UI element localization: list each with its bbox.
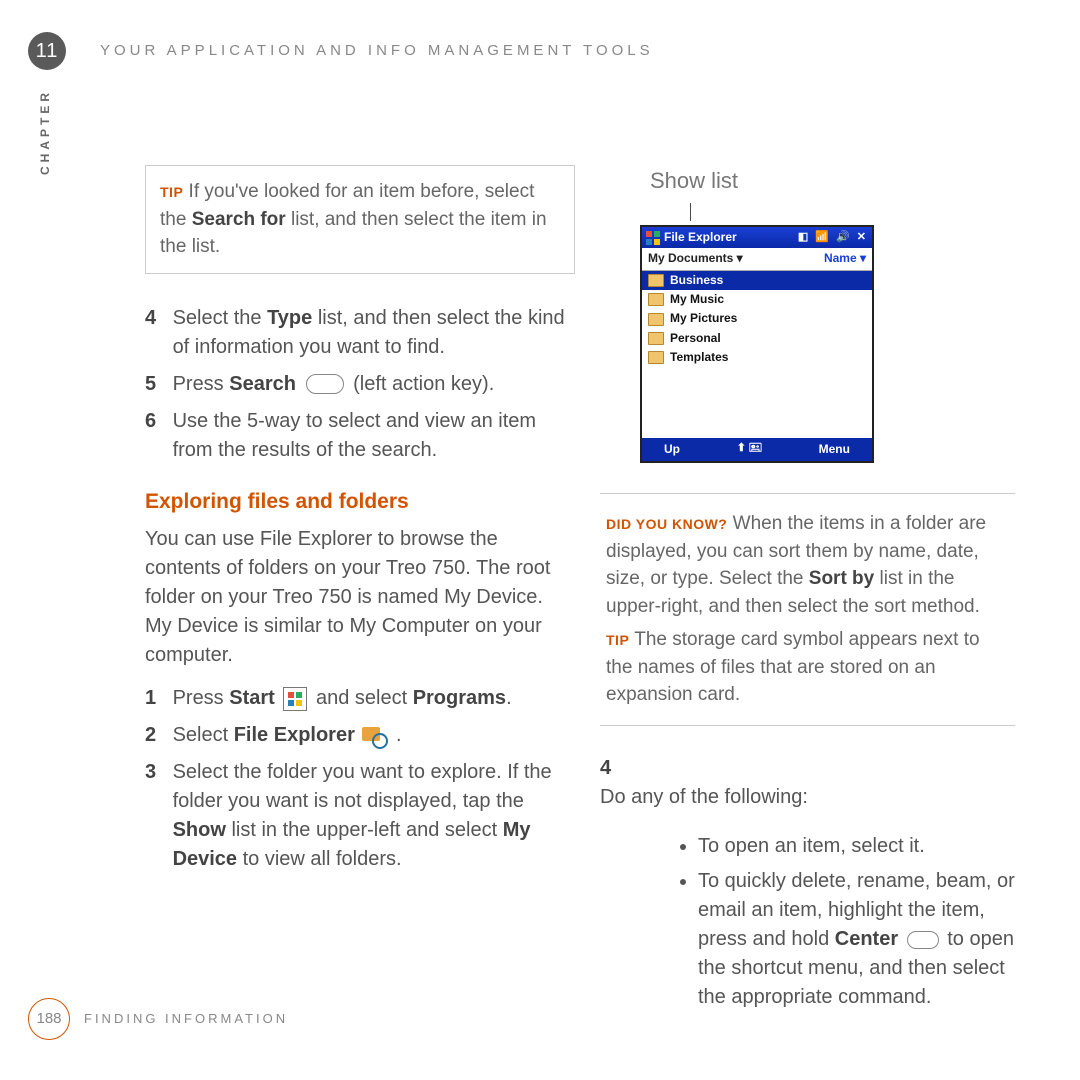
folder-icon [648, 351, 664, 364]
fe-step-2: 2 Select File Explorer . [145, 721, 575, 750]
did-you-know-label: DID YOU KNOW? [606, 516, 727, 532]
page-number: 188 [28, 998, 70, 1040]
s1-tail: . [506, 687, 512, 709]
folder-row[interactable]: My Music [642, 290, 872, 309]
step6-text: Use the 5-way to select and view an item… [173, 407, 568, 465]
device-titlebar: File Explorer ◧ 📶 🔊 ✕ [642, 227, 872, 248]
softkey-menu[interactable]: Menu [819, 441, 850, 458]
device-blank-area [642, 368, 872, 438]
s4-text: Do any of the following: [600, 783, 995, 812]
step-4: 4 Select the Type list, and then select … [145, 304, 575, 362]
fe-step-1: 1 Press Start and select Programs. [145, 684, 575, 713]
folder-name: My Pictures [670, 310, 737, 327]
tip-label-2: TIP [606, 632, 629, 648]
s3-pre: Select the folder you want to explore. I… [173, 761, 552, 812]
step4-bold: Type [267, 307, 312, 329]
chapter-number-badge: 11 [28, 32, 66, 70]
s3-mid: list in the upper-left and select [226, 819, 503, 841]
s2-tail: . [390, 724, 401, 746]
b2-bold: Center [835, 928, 898, 950]
chapter-label: CHAPTER [37, 89, 54, 175]
path-folder[interactable]: My Documents ▾ [648, 250, 743, 267]
folder-name: Templates [670, 349, 728, 366]
folder-row[interactable]: Templates [642, 348, 872, 367]
tip-box-search: TIP If you've looked for an item before,… [145, 165, 575, 274]
callout-line [690, 203, 691, 221]
softkey-up[interactable]: Up [664, 441, 680, 458]
action-key-icon [306, 374, 344, 394]
tip-label: TIP [160, 184, 183, 200]
folder-icon [648, 332, 664, 345]
folder-name: Personal [670, 330, 721, 347]
center-button-icon [907, 931, 939, 949]
footer: 188 FINDING INFORMATION [28, 998, 288, 1040]
show-list-label: Show list [650, 165, 1015, 197]
device-softkeys: Up ⬆ 🖭 Menu [642, 438, 872, 461]
start-icon [283, 687, 307, 711]
sort-by[interactable]: Name ▾ [824, 250, 866, 267]
bullet-open-item: To open an item, select it. [698, 832, 1015, 861]
windows-flag-icon [646, 231, 660, 245]
step4-pre: Select the [173, 307, 268, 329]
s3-tail: to view all folders. [237, 848, 402, 870]
folder-row-selected[interactable]: Business [642, 271, 872, 290]
s1-bold2: Programs [413, 687, 506, 709]
section-heading: Exploring files and folders [145, 487, 575, 517]
info-box: DID YOU KNOW? When the items in a folder… [600, 493, 1015, 726]
s1-mid: and select [310, 687, 412, 709]
step5-pre: Press [173, 373, 230, 395]
folder-icon [648, 293, 664, 306]
s2-pre: Select [173, 724, 234, 746]
step-6: 6 Use the 5-way to select and view an it… [145, 407, 575, 465]
device-screenshot: File Explorer ◧ 📶 🔊 ✕ My Documents ▾ Nam… [640, 225, 874, 463]
footer-section: FINDING INFORMATION [84, 1010, 288, 1029]
fe-step-3: 3 Select the folder you want to explore.… [145, 758, 575, 874]
folder-icon [648, 313, 664, 326]
system-tray-icons: ◧ 📶 🔊 ✕ [798, 230, 868, 246]
folder-icon [648, 274, 664, 287]
tip2-text: The storage card symbol appears next to … [606, 629, 980, 705]
step5-tail: (left action key). [348, 373, 495, 395]
fe-step-4: 4 Do any of the following: [600, 754, 1015, 812]
s2-bold: File Explorer [234, 724, 355, 746]
folder-name: My Music [670, 291, 724, 308]
tip-bold: Search for [192, 209, 286, 230]
dyk-bold: Sort by [809, 568, 874, 589]
step-5: 5 Press Search (left action key). [145, 370, 575, 399]
device-title: File Explorer [664, 229, 737, 246]
section-intro: You can use File Explorer to browse the … [145, 525, 575, 670]
page-header: YOUR APPLICATION AND INFO MANAGEMENT TOO… [100, 40, 654, 62]
folder-row[interactable]: My Pictures [642, 309, 872, 328]
folder-name: Business [670, 272, 723, 289]
softkey-mid-icons[interactable]: ⬆ 🖭 [737, 441, 762, 458]
s1-pre: Press [173, 687, 230, 709]
s3-bold1: Show [173, 819, 226, 841]
folder-row[interactable]: Personal [642, 329, 872, 348]
device-path-bar[interactable]: My Documents ▾ Name ▾ [642, 248, 872, 270]
file-explorer-icon [362, 725, 388, 747]
bullet-shortcut-menu: To quickly delete, rename, beam, or emai… [698, 867, 1015, 1012]
s1-bold1: Start [229, 687, 275, 709]
step5-bold: Search [229, 373, 296, 395]
